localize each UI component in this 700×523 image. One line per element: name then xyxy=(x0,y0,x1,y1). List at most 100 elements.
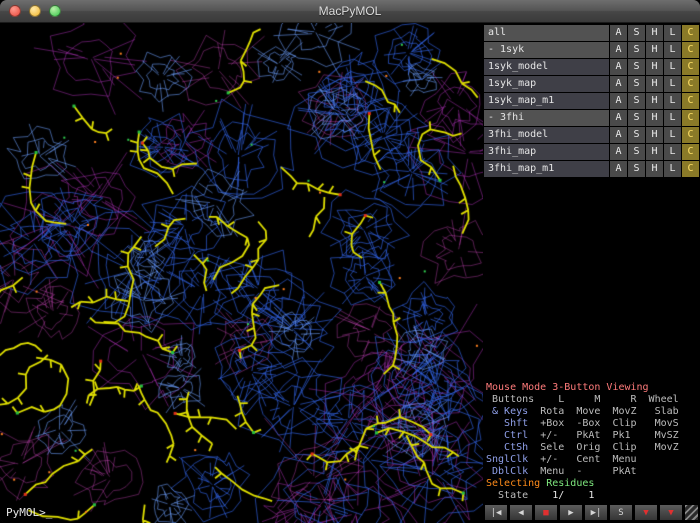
hide-button-H[interactable]: H xyxy=(646,25,663,41)
hide-button-H[interactable]: H xyxy=(646,110,663,126)
label-button-L[interactable]: L xyxy=(664,127,681,143)
object-name[interactable]: 1syk_map xyxy=(484,76,609,92)
hide-button-H[interactable]: H xyxy=(646,93,663,109)
mouse-mode-toggle[interactable]: Mouse Mode 3-Button Viewing xyxy=(486,382,697,394)
color-button-C[interactable]: C xyxy=(682,144,699,160)
mouse-matrix-row-keys: & Keys Rota Move MovZ Slab xyxy=(486,406,697,418)
show-button-S[interactable]: S xyxy=(628,76,645,92)
minimize-button[interactable] xyxy=(29,5,41,17)
mouse-matrix-row-snglclk: SnglClk +/- Cent Menu xyxy=(486,454,697,466)
selecting-label: Selecting xyxy=(486,478,546,489)
object-name[interactable]: 1syk_model xyxy=(484,59,609,75)
mouse-line-prefix: Buttons xyxy=(486,394,534,405)
molecular-viewport[interactable]: PyMOL>_ xyxy=(0,23,483,523)
stop-button[interactable]: ■ xyxy=(534,504,558,521)
action-button-A[interactable]: A xyxy=(610,42,627,58)
hide-button-H[interactable]: H xyxy=(646,161,663,177)
hide-button-H[interactable]: H xyxy=(646,59,663,75)
mouse-matrix-row-dblclk: DblClk Menu - PkAt xyxy=(486,466,697,478)
color-button-C[interactable]: C xyxy=(682,76,699,92)
action-button-A[interactable]: A xyxy=(610,76,627,92)
mouse-line-rest: +Box -Box Clip MovS xyxy=(528,418,679,429)
show-button-S[interactable]: S xyxy=(628,25,645,41)
close-button[interactable] xyxy=(9,5,21,17)
mouse-line-rest: Menu - PkAt xyxy=(528,466,636,477)
mouse-line-prefix: SnglClk xyxy=(486,454,528,465)
menu-dropdown-left[interactable]: ▼ xyxy=(634,504,658,521)
object-row-1syk-group: - 1syk A S H L C xyxy=(484,42,699,58)
action-button-A[interactable]: A xyxy=(610,127,627,143)
command-prompt[interactable]: PyMOL>_ xyxy=(6,506,52,519)
color-button-C[interactable]: C xyxy=(682,93,699,109)
color-button-C[interactable]: C xyxy=(682,42,699,58)
show-button-S[interactable]: S xyxy=(628,144,645,160)
mouse-mode-panel: Mouse Mode 3-Button Viewing Buttons L M … xyxy=(483,380,700,503)
mouse-line-prefix: DblClk xyxy=(486,466,528,477)
mouse-line-prefix: & Keys xyxy=(486,406,528,417)
viewport-3d-render[interactable] xyxy=(0,23,483,523)
mouse-matrix-row-shft: Shft +Box -Box Clip MovS xyxy=(486,418,697,430)
object-row-1syk-model: 1syk_model A S H L C xyxy=(484,59,699,75)
label-button-L[interactable]: L xyxy=(664,161,681,177)
show-button-S[interactable]: S xyxy=(628,110,645,126)
label-button-L[interactable]: L xyxy=(664,42,681,58)
mouse-line-rest: +/- Cent Menu xyxy=(528,454,636,465)
object-name[interactable]: 3fhi_model xyxy=(484,127,609,143)
object-name[interactable]: - 1syk xyxy=(484,42,609,58)
color-button-C[interactable]: C xyxy=(682,25,699,41)
show-button-S[interactable]: S xyxy=(628,127,645,143)
scene-button[interactable]: S xyxy=(609,504,633,521)
hide-button-H[interactable]: H xyxy=(646,127,663,143)
menu-dropdown-right[interactable]: ▼ xyxy=(659,504,683,521)
state-value: 1/ 1 xyxy=(528,490,594,501)
object-row-3fhi-group: - 3fhi A S H L C xyxy=(484,110,699,126)
show-button-S[interactable]: S xyxy=(628,161,645,177)
show-button-S[interactable]: S xyxy=(628,42,645,58)
object-row-1syk-map-m1: 1syk_map_m1 A S H L C xyxy=(484,93,699,109)
color-button-C[interactable]: C xyxy=(682,59,699,75)
show-button-S[interactable]: S xyxy=(628,93,645,109)
hide-button-H[interactable]: H xyxy=(646,76,663,92)
action-button-A[interactable]: A xyxy=(610,110,627,126)
object-row-3fhi-map-m1: 3fhi_map_m1 A S H L C xyxy=(484,161,699,177)
titlebar[interactable]: MacPyMOL xyxy=(0,0,700,23)
color-button-C[interactable]: C xyxy=(682,110,699,126)
mouse-line-rest: Rota Move MovZ Slab xyxy=(528,406,679,417)
selecting-mode-toggle[interactable]: Selecting Residues xyxy=(486,478,697,490)
mouse-line-rest: +/- PkAt Pk1 MvSZ xyxy=(528,430,679,441)
hide-button-H[interactable]: H xyxy=(646,144,663,160)
show-button-S[interactable]: S xyxy=(628,59,645,75)
action-button-A[interactable]: A xyxy=(610,25,627,41)
mouse-line-prefix: Ctrl xyxy=(486,430,528,441)
action-button-A[interactable]: A xyxy=(610,59,627,75)
object-name[interactable]: 3fhi_map_m1 xyxy=(484,161,609,177)
label-button-L[interactable]: L xyxy=(664,59,681,75)
object-name[interactable]: all xyxy=(484,25,609,41)
object-name[interactable]: 1syk_map_m1 xyxy=(484,93,609,109)
label-button-L[interactable]: L xyxy=(664,25,681,41)
color-button-C[interactable]: C xyxy=(682,127,699,143)
object-row-3fhi-map: 3fhi_map A S H L C xyxy=(484,144,699,160)
zoom-button[interactable] xyxy=(49,5,61,17)
label-button-L[interactable]: L xyxy=(664,144,681,160)
object-name[interactable]: 3fhi_map xyxy=(484,144,609,160)
object-panel: all A S H L C - 1syk A S H L C 1syk_mode… xyxy=(483,23,700,523)
go-to-end-button[interactable]: ▶| xyxy=(584,504,608,521)
color-button-C[interactable]: C xyxy=(682,161,699,177)
step-back-button[interactable]: ◀ xyxy=(509,504,533,521)
play-button[interactable]: ▶ xyxy=(559,504,583,521)
label-button-L[interactable]: L xyxy=(664,76,681,92)
action-button-A[interactable]: A xyxy=(610,144,627,160)
mouse-line-prefix: Mouse Mode xyxy=(486,382,552,393)
action-button-A[interactable]: A xyxy=(610,161,627,177)
resize-grip[interactable] xyxy=(684,504,699,521)
action-button-A[interactable]: A xyxy=(610,93,627,109)
label-button-L[interactable]: L xyxy=(664,110,681,126)
mouse-line-rest: L M R Wheel xyxy=(534,394,679,405)
selecting-value: Residues xyxy=(546,478,594,489)
object-name[interactable]: - 3fhi xyxy=(484,110,609,126)
hide-button-H[interactable]: H xyxy=(646,42,663,58)
label-button-L[interactable]: L xyxy=(664,93,681,109)
go-to-start-button[interactable]: |◀ xyxy=(484,504,508,521)
mouse-line-rest: 3-Button Viewing xyxy=(552,382,648,393)
